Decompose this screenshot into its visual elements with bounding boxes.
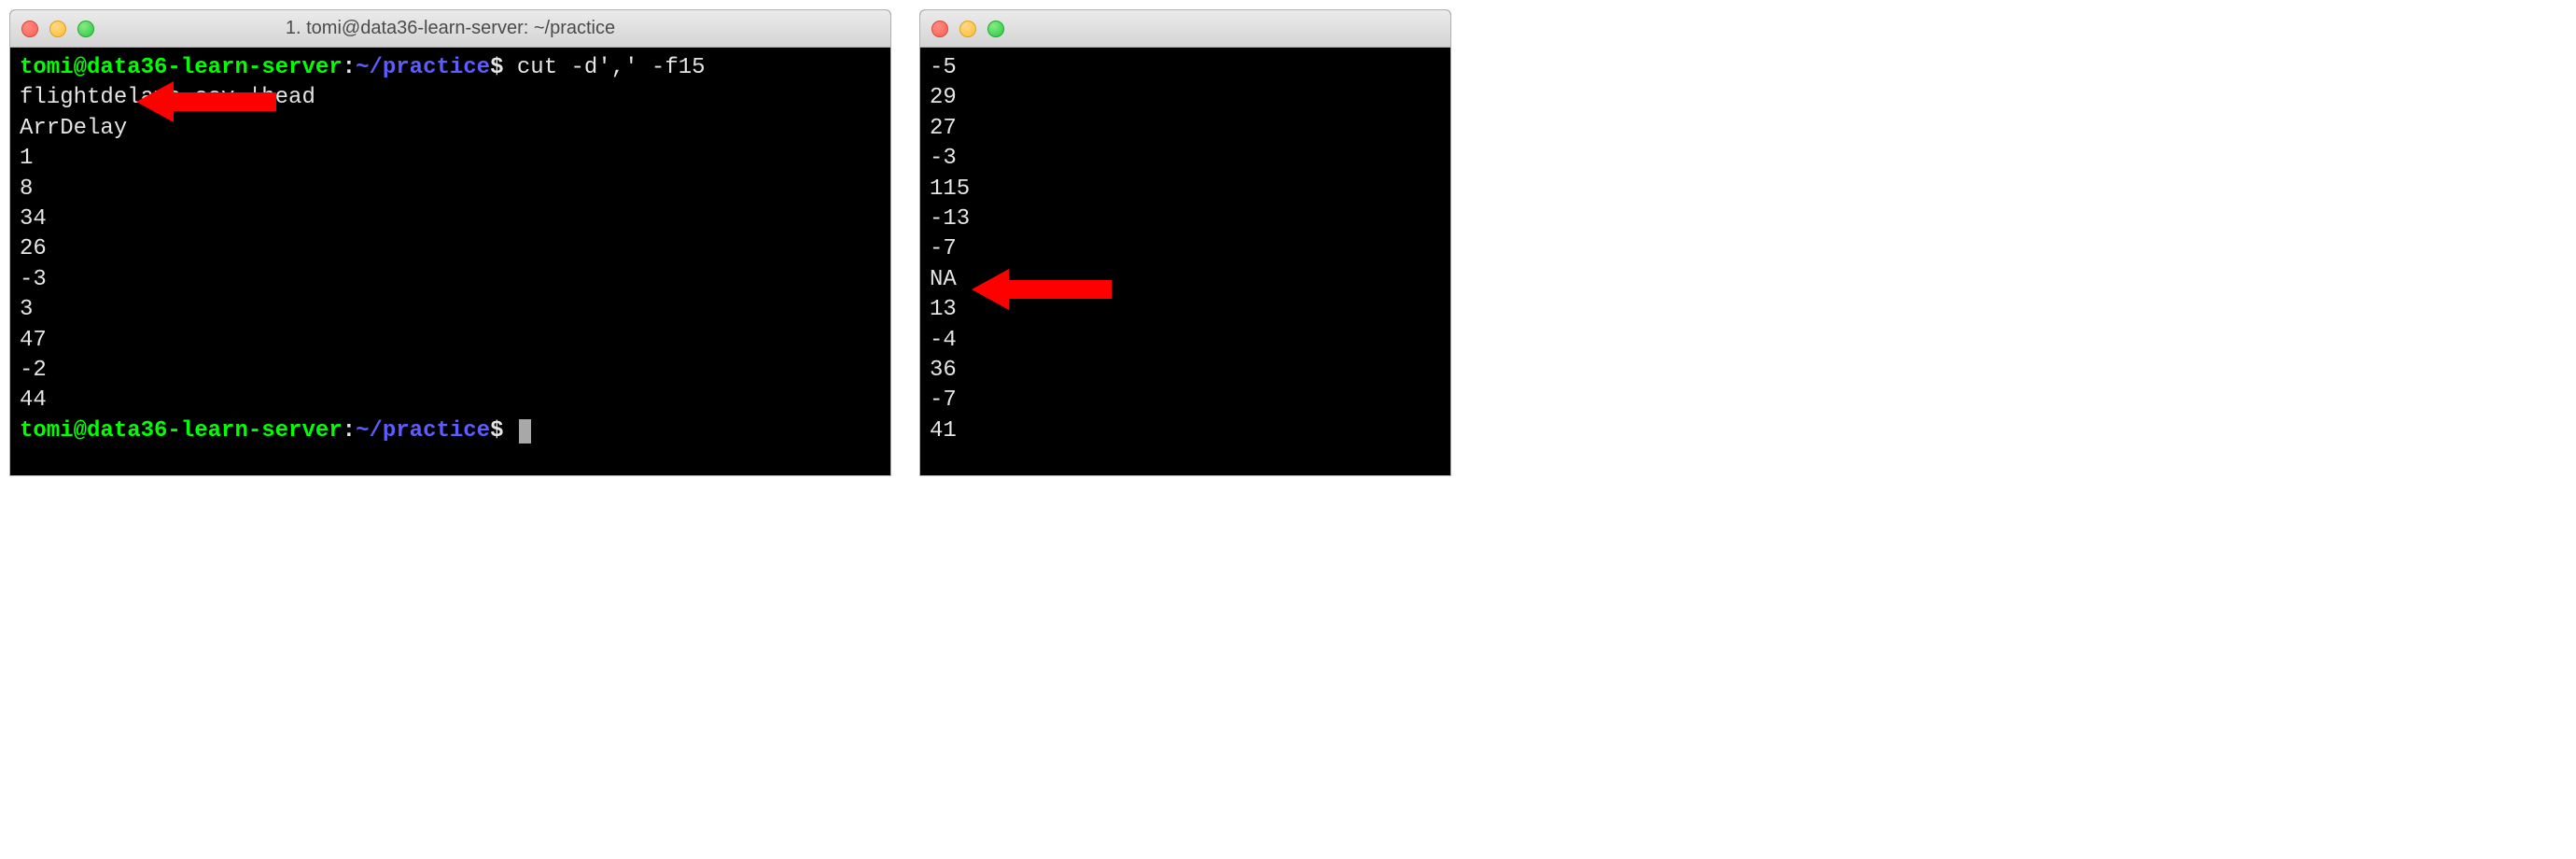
prompt-path: ~/practice (356, 418, 490, 444)
minimize-icon[interactable] (49, 21, 66, 37)
close-icon[interactable] (21, 21, 38, 37)
output-line: 13 (930, 295, 1441, 325)
output-line: -2 (20, 356, 881, 386)
cursor-icon (519, 419, 531, 444)
output-line: 1 (20, 144, 881, 174)
close-icon[interactable] (931, 21, 948, 37)
terminal-window-right: -5 29 27 -3 115 -13 -7 NA 13 -4 36 -7 41 (919, 9, 1451, 476)
maximize-icon[interactable] (77, 21, 94, 37)
output-line: 27 (930, 114, 1441, 144)
titlebar-left[interactable]: 1. tomi@data36-learn-server: ~/practice (10, 10, 890, 48)
window-title-left: 1. tomi@data36-learn-server: ~/practice (10, 18, 890, 39)
traffic-lights (21, 21, 94, 37)
prompt-line-1: tomi@data36-learn-server:~/practice$ cut… (20, 53, 881, 114)
terminal-body-right[interactable]: -5 29 27 -3 115 -13 -7 NA 13 -4 36 -7 41 (920, 48, 1450, 475)
output-line: -13 (930, 204, 1441, 234)
output-line: NA (930, 265, 1441, 295)
output-line: 26 (20, 234, 881, 264)
traffic-lights (931, 21, 1004, 37)
output-line: 41 (930, 416, 1441, 446)
output-line: 3 (20, 295, 881, 325)
output-line: -5 (930, 53, 1441, 83)
output-line: -7 (930, 234, 1441, 264)
output-line: -7 (930, 386, 1441, 415)
output-line: 8 (20, 175, 881, 204)
prompt-user: tomi@data36-learn-server (20, 55, 343, 80)
output-line: -3 (930, 144, 1441, 174)
prompt-user: tomi@data36-learn-server (20, 418, 343, 444)
terminal-body-left[interactable]: tomi@data36-learn-server:~/practice$ cut… (10, 48, 890, 475)
output-line: 44 (20, 386, 881, 415)
prompt-dollar: $ (490, 418, 503, 444)
maximize-icon[interactable] (987, 21, 1004, 37)
output-line: -4 (930, 326, 1441, 356)
output-line: 34 (20, 204, 881, 234)
output-line: -3 (20, 265, 881, 295)
output-line: ArrDelay (20, 114, 881, 144)
minimize-icon[interactable] (959, 21, 976, 37)
prompt-line-2: tomi@data36-learn-server:~/practice$ (20, 416, 881, 446)
output-line: 115 (930, 175, 1441, 204)
prompt-dollar: $ (490, 55, 503, 80)
output-line: 36 (930, 356, 1441, 386)
prompt-path: ~/practice (356, 55, 490, 80)
prompt-colon: : (343, 418, 356, 444)
output-line: 47 (20, 326, 881, 356)
titlebar-right[interactable] (920, 10, 1450, 48)
prompt-colon: : (343, 55, 356, 80)
output-line: 29 (930, 83, 1441, 113)
terminal-window-left: 1. tomi@data36-learn-server: ~/practice … (9, 9, 891, 476)
